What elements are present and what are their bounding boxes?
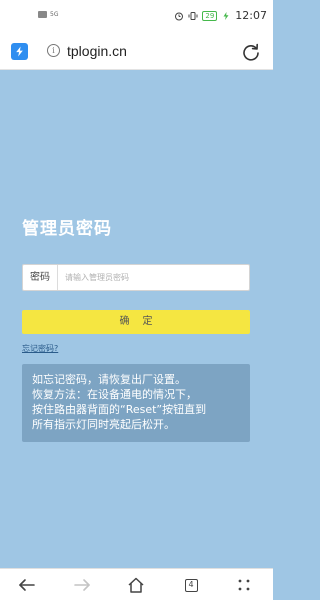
tip-line: 所有指示灯同时亮起后松开。 bbox=[32, 418, 175, 431]
tip-line: 按住路由器背面的“Reset”按钮直到 bbox=[32, 403, 207, 416]
home-icon bbox=[128, 577, 144, 593]
back-arrow-icon bbox=[19, 579, 35, 591]
back-button[interactable] bbox=[16, 574, 38, 596]
url-text[interactable]: tplogin.cn bbox=[67, 43, 127, 59]
site-info-icon[interactable]: i bbox=[47, 44, 60, 57]
charging-icon bbox=[223, 11, 229, 20]
browser-logo-icon[interactable] bbox=[11, 43, 28, 60]
forward-button[interactable] bbox=[71, 574, 93, 596]
bottom-nav: 4 bbox=[0, 568, 273, 600]
vibrate-icon bbox=[188, 11, 198, 20]
tip-line: 恢复方法：在设备通电的情况下， bbox=[32, 388, 197, 401]
battery-indicator: 29 bbox=[202, 10, 218, 21]
page-title: 管理员密码 bbox=[22, 219, 112, 239]
tab-count: 4 bbox=[184, 578, 198, 592]
tip-line: 如忘记密码，请恢复出厂设置。 bbox=[32, 373, 186, 386]
alarm-icon bbox=[175, 12, 184, 20]
battery-level: 29 bbox=[205, 11, 215, 20]
address-bar: i tplogin.cn bbox=[0, 34, 273, 70]
home-button[interactable] bbox=[125, 574, 147, 596]
status-right: 29 12:07 bbox=[174, 9, 267, 22]
menu-dots-icon bbox=[238, 579, 250, 591]
status-left: 5G bbox=[38, 11, 58, 18]
confirm-button[interactable]: 确定 bbox=[22, 310, 250, 334]
password-field[interactable]: 密码 bbox=[22, 264, 250, 291]
tabs-button[interactable]: 4 bbox=[180, 574, 202, 596]
password-input[interactable] bbox=[58, 265, 249, 290]
reset-tip-box: 如忘记密码，请恢复出厂设置。 恢复方法：在设备通电的情况下， 按住路由器背面的“… bbox=[22, 364, 250, 442]
password-label: 密码 bbox=[23, 265, 58, 290]
forgot-password-link[interactable]: 忘记密码? bbox=[22, 343, 58, 354]
reload-icon[interactable] bbox=[241, 42, 261, 62]
status-bar: 5G 29 12:07 bbox=[0, 0, 273, 34]
forward-arrow-icon bbox=[74, 579, 90, 591]
clock: 12:07 bbox=[235, 9, 267, 22]
sim-icon bbox=[38, 11, 47, 18]
network-type: 5G bbox=[50, 10, 59, 18]
menu-button[interactable] bbox=[233, 574, 255, 596]
